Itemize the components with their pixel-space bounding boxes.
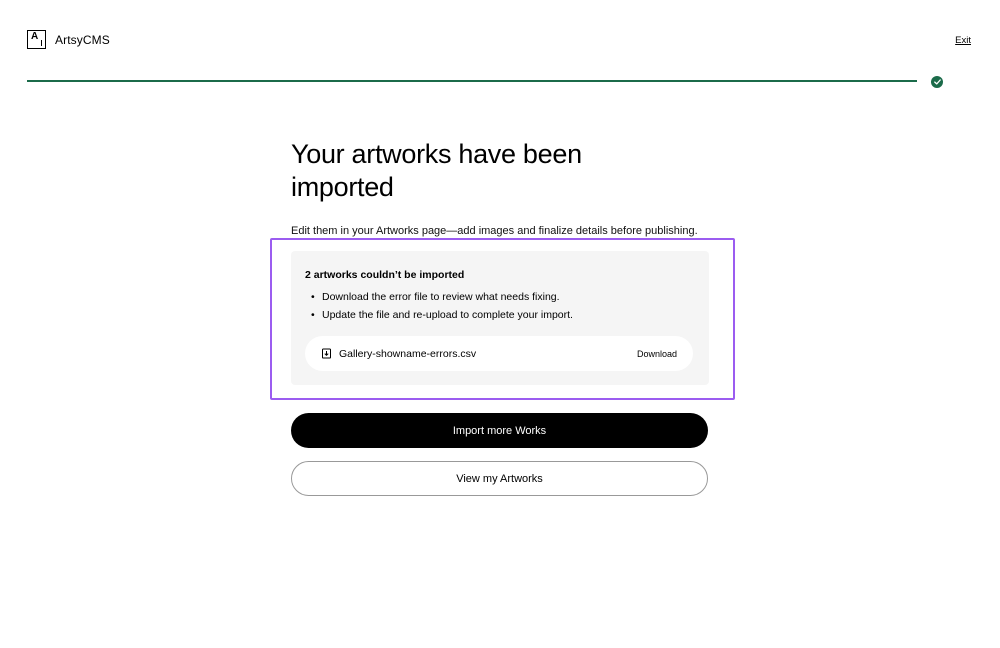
error-file-row: Gallery-showname-errors.csv Download [305, 336, 693, 371]
list-item: Download the error file to review what n… [305, 288, 695, 306]
view-my-artworks-button[interactable]: View my Artworks [291, 461, 708, 496]
progress-bar [27, 80, 917, 82]
main-content: Your artworks have been imported Edit th… [291, 138, 709, 238]
download-button[interactable]: Download [637, 349, 677, 359]
import-error-card: 2 artworks couldn’t be imported Download… [291, 251, 709, 385]
logo-mark-icon: A [27, 30, 46, 49]
list-item: Update the file and re-upload to complet… [305, 306, 695, 324]
import-complete-page: A ArtsyCMS Exit Your artworks have been … [0, 0, 1000, 648]
app-logo[interactable]: A ArtsyCMS [27, 30, 110, 49]
page-title: Your artworks have been imported [291, 139, 582, 202]
exit-link[interactable]: Exit [955, 35, 971, 46]
error-title: 2 artworks couldn’t be imported [305, 269, 465, 281]
error-file-name: Gallery-showname-errors.csv [339, 347, 477, 360]
page-subtitle: Edit them in your Artworks page—add imag… [291, 225, 698, 237]
app-name: ArtsyCMS [55, 32, 110, 47]
import-more-works-button[interactable]: Import more Works [291, 413, 708, 448]
check-circle-icon [931, 75, 943, 88]
file-download-icon [322, 348, 331, 359]
progress-fill [27, 80, 917, 82]
error-instructions: Download the error file to review what n… [305, 288, 695, 324]
